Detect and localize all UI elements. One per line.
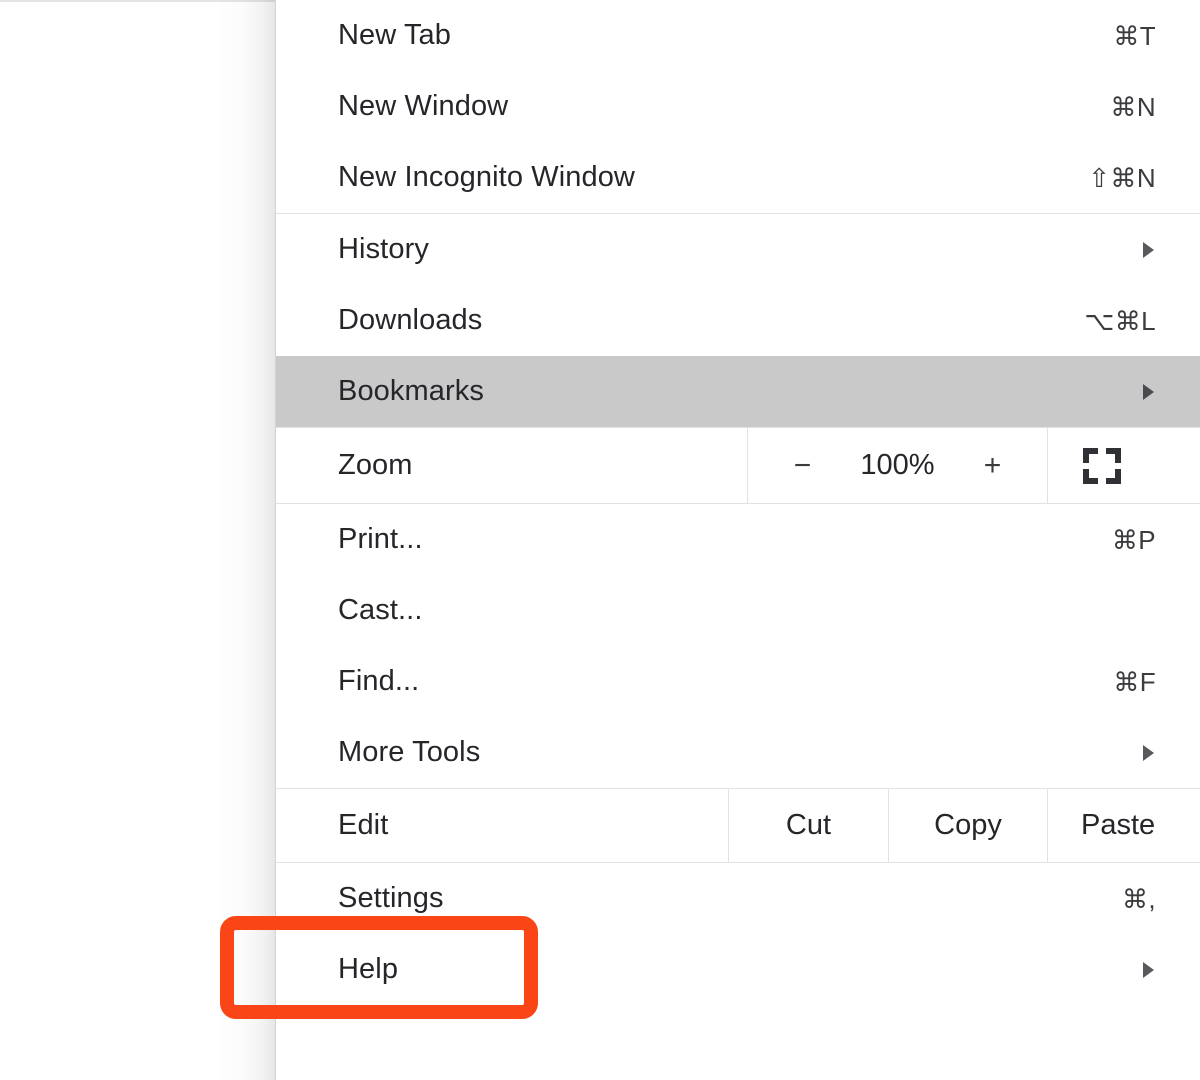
menu-item-more-tools[interactable]: More Tools: [276, 717, 1200, 788]
menu-item-shortcut: ⌘F: [1113, 666, 1156, 697]
browser-main-menu: New Tab ⌘T New Window ⌘N New Incognito W…: [275, 0, 1200, 1080]
menu-item-settings[interactable]: Settings ⌘,: [276, 863, 1200, 934]
menu-item-label: New Window: [338, 90, 509, 122]
zoom-label-cell: Zoom: [276, 428, 747, 503]
menu-item-shortcut: ⌘,: [1121, 883, 1156, 914]
menu-item-label: Help: [338, 953, 399, 985]
screenshot-root: New Tab ⌘T New Window ⌘N New Incognito W…: [0, 0, 1200, 1080]
menu-item-label: Cast...: [338, 594, 423, 626]
menu-item-label: Bookmarks: [338, 375, 484, 407]
edit-label: Edit: [338, 809, 389, 841]
zoom-level-value: 100%: [860, 449, 935, 481]
menu-row-edit: Edit Cut Copy Paste: [276, 788, 1200, 863]
menu-group-tools: Print... ⌘P Cast... Find... ⌘F More Tool…: [276, 504, 1200, 788]
zoom-in-button[interactable]: +: [979, 450, 1007, 481]
menu-item-label: More Tools: [338, 736, 481, 768]
zoom-controls: − 100% +: [747, 428, 1047, 503]
chevron-right-icon: [1141, 743, 1156, 763]
chevron-right-icon: [1141, 382, 1156, 402]
edit-label-cell: Edit: [276, 789, 728, 862]
menu-item-label: Print...: [338, 523, 423, 555]
menu-drop-shadow: [216, 0, 276, 1080]
menu-row-zoom: Zoom − 100% +: [276, 427, 1200, 504]
menu-item-shortcut: ⌘T: [1113, 20, 1156, 51]
menu-item-help[interactable]: Help: [276, 934, 1200, 1005]
menu-item-shortcut: ⇧⌘N: [1088, 162, 1156, 193]
menu-group-browsing: History Downloads ⌥⌘L Bookmarks: [276, 214, 1200, 427]
menu-item-find[interactable]: Find... ⌘F: [276, 646, 1200, 717]
copy-button[interactable]: Copy: [888, 789, 1047, 862]
menu-item-label: Find...: [338, 665, 420, 697]
menu-group-settings: Settings ⌘, Help: [276, 863, 1200, 1005]
zoom-out-button[interactable]: −: [789, 450, 817, 481]
menu-item-shortcut: ⌘P: [1111, 524, 1156, 555]
menu-item-downloads[interactable]: Downloads ⌥⌘L: [276, 285, 1200, 356]
fullscreen-button[interactable]: [1047, 428, 1200, 503]
chevron-right-icon: [1141, 240, 1156, 260]
menu-item-new-incognito-window[interactable]: New Incognito Window ⇧⌘N: [276, 142, 1200, 213]
menu-item-bookmarks[interactable]: Bookmarks: [276, 356, 1200, 427]
zoom-label: Zoom: [338, 449, 413, 481]
paste-button[interactable]: Paste: [1047, 789, 1200, 862]
chevron-right-icon: [1141, 960, 1156, 980]
menu-item-label: New Tab: [338, 19, 452, 51]
page-backdrop: [0, 0, 276, 1080]
menu-item-cast[interactable]: Cast...: [276, 575, 1200, 646]
menu-group-new: New Tab ⌘T New Window ⌘N New Incognito W…: [276, 0, 1200, 213]
fullscreen-icon: [1083, 447, 1121, 484]
menu-item-shortcut: ⌘N: [1110, 91, 1156, 122]
menu-item-history[interactable]: History: [276, 214, 1200, 285]
menu-item-label: History: [338, 233, 429, 265]
cut-button[interactable]: Cut: [728, 789, 888, 862]
menu-item-print[interactable]: Print... ⌘P: [276, 504, 1200, 575]
menu-item-new-window[interactable]: New Window ⌘N: [276, 71, 1200, 142]
menu-item-new-tab[interactable]: New Tab ⌘T: [276, 0, 1200, 71]
menu-item-shortcut: ⌥⌘L: [1084, 305, 1156, 336]
menu-item-label: New Incognito Window: [338, 161, 635, 193]
menu-item-label: Settings: [338, 882, 444, 914]
menu-item-label: Downloads: [338, 304, 483, 336]
